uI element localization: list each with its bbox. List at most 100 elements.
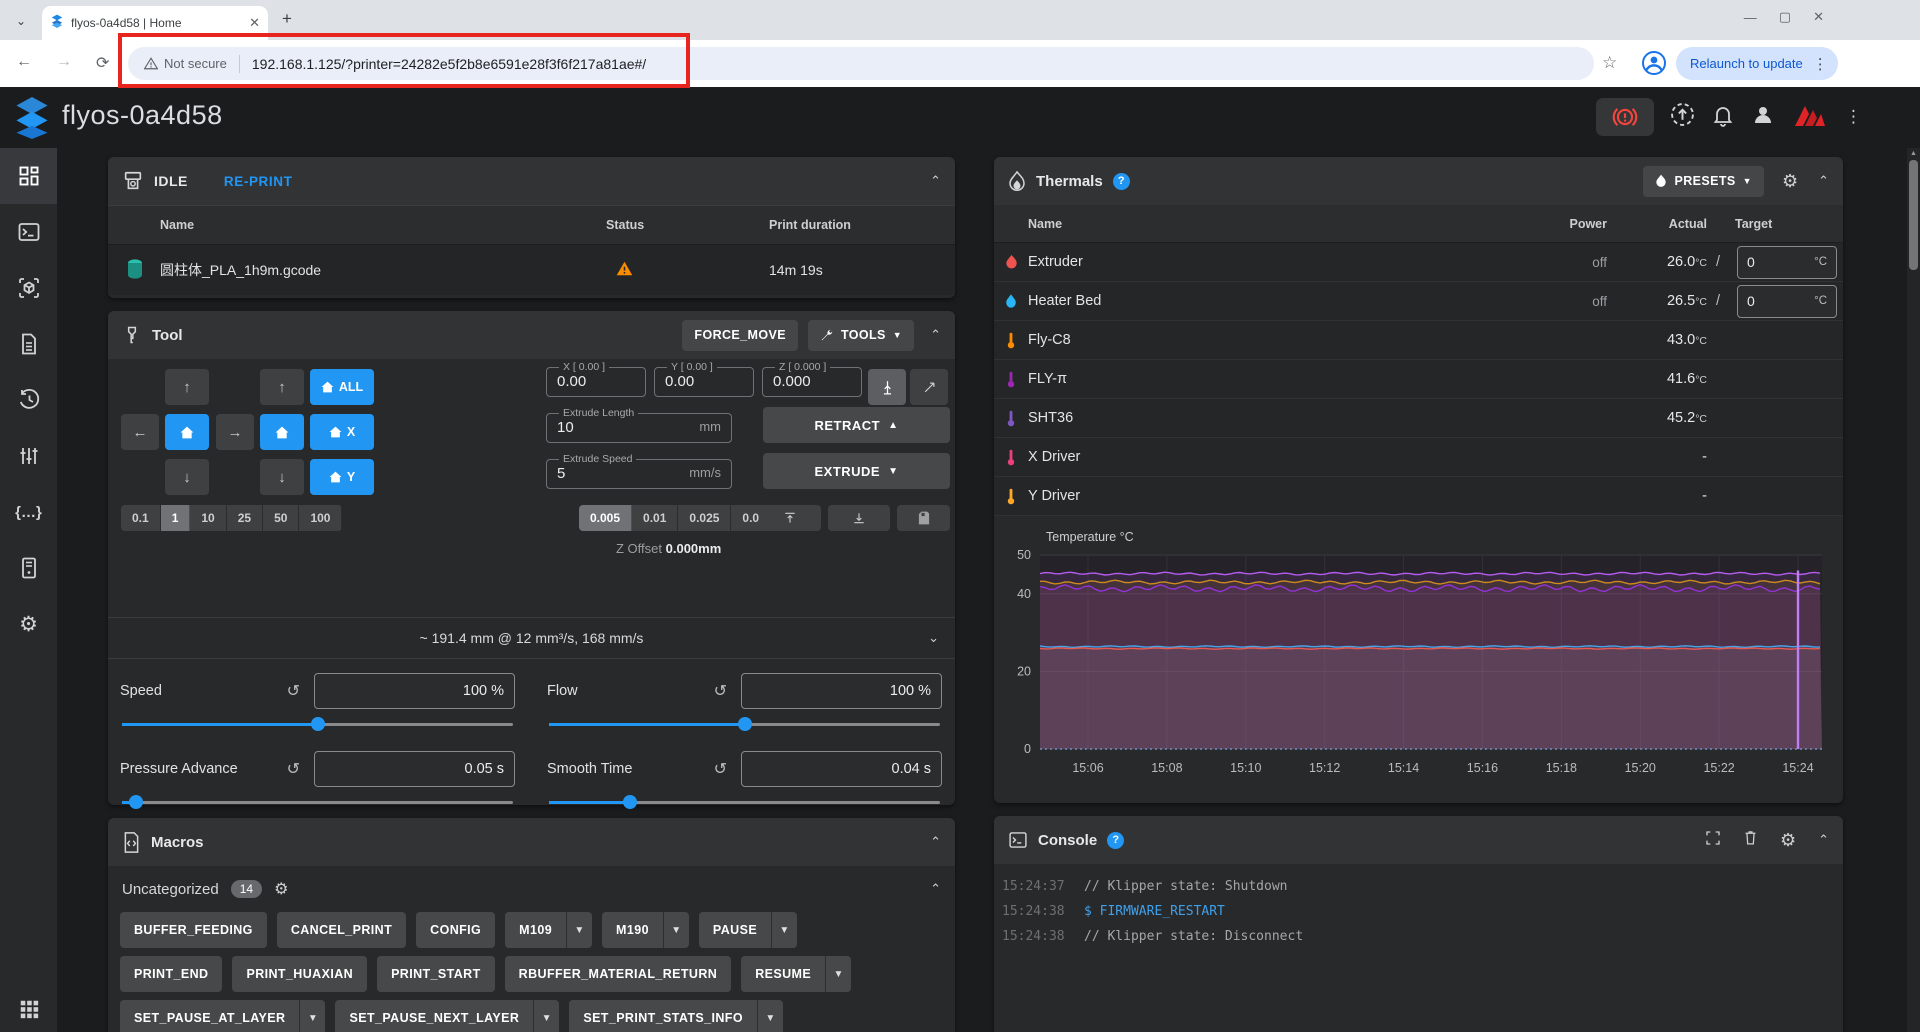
target-temp-input[interactable]: 0°C xyxy=(1737,246,1837,279)
macro-config[interactable]: CONFIG xyxy=(416,912,495,948)
home-xy-button[interactable] xyxy=(165,414,209,450)
extrude-length-field[interactable]: Extrude Length 10mm xyxy=(546,407,732,443)
browser-menu-icon[interactable]: ⋮ xyxy=(1813,55,1828,73)
scrollbar-up-arrow[interactable]: ▲ xyxy=(1910,150,1917,157)
macro-resume[interactable]: RESUME▼ xyxy=(741,956,851,992)
bookmark-star-icon[interactable]: ☆ xyxy=(1602,53,1617,73)
extrude-speed-field[interactable]: Extrude Speed 5mm/s xyxy=(546,453,732,489)
retract-button[interactable]: RETRACT▲ xyxy=(763,407,950,443)
reload-button[interactable]: ⟳ xyxy=(96,53,109,73)
page-scrollbar[interactable]: ▲ xyxy=(1907,148,1920,1032)
zoffset-down-button[interactable] xyxy=(828,505,890,531)
macro-m109[interactable]: M109▼ xyxy=(505,912,592,948)
jog-y-minus-button[interactable]: ↓ xyxy=(165,459,209,495)
zoffset-step-selector[interactable]: 0.0050.010.0250.05 xyxy=(579,505,778,531)
extrude-button[interactable]: EXTRUDE▼ xyxy=(763,453,950,489)
help-icon[interactable]: ? xyxy=(1113,173,1130,190)
jog-z-down-button[interactable]: ↓ xyxy=(260,459,304,495)
macro-cancel_print[interactable]: CANCEL_PRINT xyxy=(277,912,406,948)
update-available-icon[interactable] xyxy=(1670,102,1695,132)
profile-avatar[interactable] xyxy=(1641,50,1667,81)
flow-slider[interactable] xyxy=(547,717,942,731)
macro-print_end[interactable]: PRINT_END xyxy=(120,956,222,992)
sidebar-item-tune[interactable] xyxy=(0,428,57,484)
sensor-name[interactable]: Y Driver xyxy=(1028,488,1537,504)
smooth-time-input[interactable]: 0.04 s xyxy=(741,751,942,787)
reset-icon[interactable]: ↺ xyxy=(287,759,300,779)
help-icon[interactable]: ? xyxy=(1107,832,1124,849)
tab-close-icon[interactable]: ✕ xyxy=(249,15,260,31)
fullscreen-icon[interactable] xyxy=(1705,830,1721,851)
scrollbar-thumb[interactable] xyxy=(1909,160,1918,270)
macro-set_pause_at_layer[interactable]: SET_PAUSE_AT_LAYER▼ xyxy=(120,1000,325,1032)
sensor-name[interactable]: SHT36 xyxy=(1028,410,1537,426)
speed-slider[interactable] xyxy=(120,717,515,731)
sidebar-item-system[interactable] xyxy=(0,540,57,596)
home-z-button[interactable] xyxy=(260,414,304,450)
sidebar-item-settings[interactable]: ⚙ xyxy=(0,596,57,652)
jog-x-minus-button[interactable]: ← xyxy=(121,414,159,450)
reset-icon[interactable]: ↺ xyxy=(714,681,727,701)
expand-chevron-icon[interactable]: ⌄ xyxy=(928,630,939,646)
new-tab-button[interactable]: + xyxy=(282,9,292,29)
collapse-chevron-icon[interactable]: ⌃ xyxy=(1818,832,1829,848)
window-close-button[interactable]: ✕ xyxy=(1813,9,1824,25)
relative-move-toggle[interactable] xyxy=(910,369,948,405)
smooth-time-slider[interactable] xyxy=(547,795,942,809)
move-step-100[interactable]: 100 xyxy=(299,505,342,531)
zoffset-save-button[interactable] xyxy=(897,505,950,531)
macro-dropdown-icon[interactable]: ▼ xyxy=(771,912,797,948)
reset-icon[interactable]: ↺ xyxy=(714,759,727,779)
zoffset-step-0.01[interactable]: 0.01 xyxy=(632,505,678,531)
x-position-field[interactable]: X [ 0.00 ]0.00 xyxy=(546,361,646,397)
sensor-name[interactable]: Fly-C8 xyxy=(1028,332,1537,348)
zoffset-step-0.005[interactable]: 0.005 xyxy=(579,505,632,531)
sensor-name[interactable]: X Driver xyxy=(1028,449,1537,465)
macro-print_huaxian[interactable]: PRINT_HUAXIAN xyxy=(232,956,367,992)
reprint-link[interactable]: RE-PRINT xyxy=(224,174,293,189)
forward-button[interactable]: → xyxy=(56,53,72,71)
collapse-chevron-icon[interactable]: ⌃ xyxy=(930,834,941,850)
relaunch-to-update-button[interactable]: Relaunch to update ⋮ xyxy=(1676,47,1838,80)
move-step-25[interactable]: 25 xyxy=(227,505,263,531)
collapse-chevron-icon[interactable]: ⌃ xyxy=(930,881,941,897)
move-step-10[interactable]: 10 xyxy=(190,505,226,531)
macro-pause[interactable]: PAUSE▼ xyxy=(699,912,797,948)
home-all-button[interactable]: ALL xyxy=(310,369,374,405)
sidebar-item-jobs[interactable] xyxy=(0,316,57,372)
pressure-advance-input[interactable]: 0.05 s xyxy=(314,751,515,787)
macro-m190[interactable]: M190▼ xyxy=(602,912,689,948)
tab-search-button[interactable]: ⌄ xyxy=(8,10,34,32)
account-icon[interactable] xyxy=(1751,103,1775,132)
zoffset-step-0.025[interactable]: 0.025 xyxy=(678,505,731,531)
sidebar-item-configuration[interactable]: {…} xyxy=(0,484,57,540)
position-mode-toggle[interactable] xyxy=(868,369,906,405)
extrusion-stats-row[interactable]: ~ 191.4 mm @ 12 mm³/s, 168 mm/s ⌄ xyxy=(108,617,955,659)
presets-button[interactable]: PRESETS▼ xyxy=(1643,166,1763,197)
macro-dropdown-icon[interactable]: ▼ xyxy=(663,912,689,948)
sidebar-item-history[interactable] xyxy=(0,372,57,428)
move-step-50[interactable]: 50 xyxy=(263,505,299,531)
window-minimize-button[interactable]: — xyxy=(1744,10,1757,25)
collapse-chevron-icon[interactable]: ⌃ xyxy=(930,327,941,343)
reset-icon[interactable]: ↺ xyxy=(287,681,300,701)
macro-print_start[interactable]: PRINT_START xyxy=(377,956,495,992)
move-step-selector[interactable]: 0.11102550100 xyxy=(121,505,342,531)
emergency-stop-button[interactable] xyxy=(1596,98,1654,136)
macro-buffer_feeding[interactable]: BUFFER_FEEDING xyxy=(120,912,267,948)
sensor-name[interactable]: Heater Bed xyxy=(1028,293,1537,309)
window-maximize-button[interactable]: ▢ xyxy=(1779,9,1791,25)
home-y-button[interactable]: Y xyxy=(310,459,374,495)
home-x-button[interactable]: X xyxy=(310,414,374,450)
job-row[interactable]: 圆柱体_PLA_1h9m.gcode 14m 19s xyxy=(108,245,955,295)
jog-x-plus-button[interactable]: → xyxy=(216,414,254,450)
move-step-0.1[interactable]: 0.1 xyxy=(121,505,161,531)
y-position-field[interactable]: Y [ 0.00 ]0.00 xyxy=(654,361,754,397)
macro-dropdown-icon[interactable]: ▼ xyxy=(825,956,851,992)
macro-set_print_stats_info[interactable]: SET_PRINT_STATS_INFO▼ xyxy=(569,1000,783,1032)
notifications-bell-icon[interactable] xyxy=(1711,103,1735,132)
collapse-chevron-icon[interactable]: ⌃ xyxy=(930,173,941,189)
sensor-name[interactable]: Extruder xyxy=(1028,254,1537,270)
back-button[interactable]: ← xyxy=(16,53,32,71)
console-settings-gear-icon[interactable]: ⚙ xyxy=(1780,830,1796,851)
